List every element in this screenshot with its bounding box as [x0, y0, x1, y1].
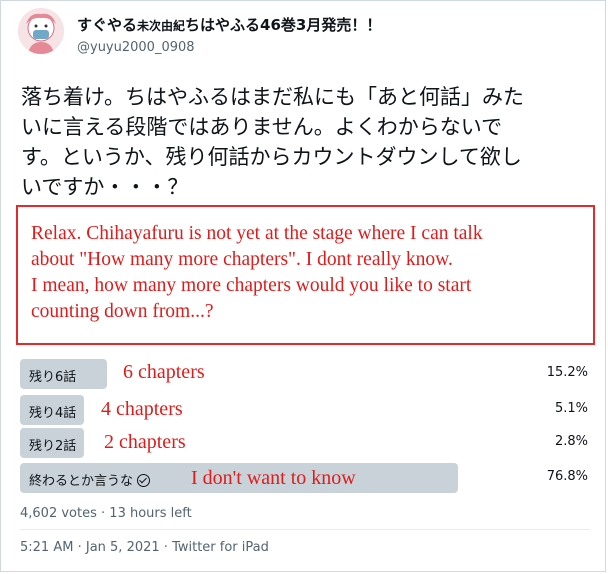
meta-separator: · — [163, 540, 168, 555]
poll-option-label: 残り4話 — [29, 406, 77, 421]
tweet-line: 落ち着け。ちはやふるはまだ私にも「あと何話」みた — [21, 85, 524, 109]
poll-option-percent: 5.1% — [554, 401, 588, 416]
divider — [20, 529, 590, 530]
avatar-icon — [18, 8, 64, 54]
avatar[interactable] — [18, 8, 64, 54]
poll-option-percent: 15.2% — [546, 365, 588, 380]
poll-option-translation: 4 chapters — [101, 398, 183, 420]
translation-text: Relax. Chihayafuru is not yet at the sta… — [31, 221, 483, 325]
poll-votes: 4,602 votes — [20, 506, 97, 521]
poll-meta: 4,602 votes · 13 hours left — [20, 506, 192, 521]
translation-line: counting down from...? — [31, 301, 214, 322]
tweet-timestamp: 5:21 AM · Jan 5, 2021 · Twitter for iPad — [20, 540, 269, 555]
poll-option-label: 終わるとか言うな — [29, 470, 151, 489]
display-name-small: 未次由紀 — [137, 19, 186, 33]
user-handle[interactable]: @yuyu2000_0908 — [77, 40, 195, 55]
tweet-time[interactable]: 5:21 AM — [20, 540, 73, 555]
tweet-line: いですか・・・？ — [21, 175, 189, 199]
poll-option-translation: 6 chapters — [123, 361, 205, 383]
display-name-main: すぐやる — [77, 16, 138, 34]
display-name[interactable]: すぐやる未次由紀ちはやふる46巻3月発売！！ — [77, 14, 381, 35]
poll-option-label: 残り2話 — [29, 439, 77, 454]
tweet-line: いに言える段階ではありません。よくわからないで — [21, 115, 503, 139]
meta-separator: · — [77, 540, 82, 555]
tweet-card: すぐやる未次由紀ちはやふる46巻3月発売！！ @yuyu2000_0908 落ち… — [0, 0, 606, 572]
poll-option: 残り6話 15.2% — [20, 359, 590, 389]
poll-option-translation: I don't want to know — [191, 467, 356, 489]
translation-box: Relax. Chihayafuru is not yet at the sta… — [16, 205, 595, 345]
translation-line: about "How many more chapters". I dont r… — [31, 249, 453, 270]
tweet-text: 落ち着け。ちはやふるはまだ私にも「あと何話」みた いに言える段階ではありません。… — [21, 82, 591, 202]
poll-option-percent: 76.8% — [546, 469, 588, 484]
poll-time-left: 13 hours left — [109, 506, 192, 521]
poll-option-label-text: 終わるとか言うな — [29, 474, 134, 489]
check-circle-icon — [137, 474, 151, 487]
translation-line: I mean, how many more chapters would you… — [31, 275, 472, 296]
poll-option-percent: 2.8% — [554, 434, 588, 449]
tweet-date[interactable]: Jan 5, 2021 — [86, 540, 160, 555]
poll-option-label: 残り6話 — [29, 370, 77, 385]
meta-separator: · — [101, 506, 106, 521]
tweet-line: す。というか、残り何話からカウントダウンして欲し — [21, 145, 522, 169]
display-name-rest: ちはやふる46巻3月発売！！ — [185, 16, 382, 34]
tweet-source[interactable]: Twitter for iPad — [172, 540, 269, 555]
translation-line: Relax. Chihayafuru is not yet at the sta… — [31, 223, 483, 244]
poll-option-translation: 2 chapters — [104, 431, 186, 453]
